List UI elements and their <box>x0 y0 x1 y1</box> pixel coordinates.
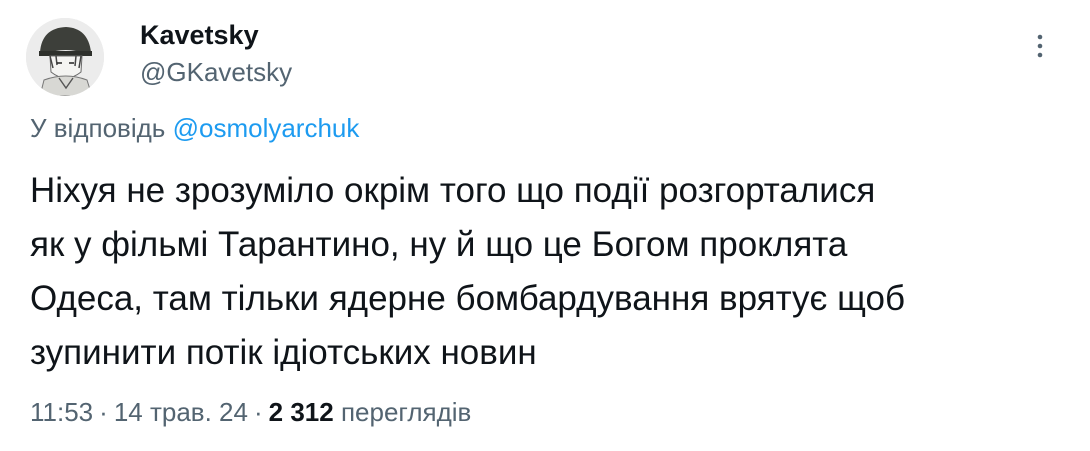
views-label: переглядів <box>340 397 472 427</box>
tweet-text-line: Ніхуя не зрозуміло окрім того що події р… <box>30 171 876 210</box>
tweet-text-line: як у фільмі Тарантино, ну й що це Богом … <box>30 225 848 264</box>
tweet-time[interactable]: 11:53 <box>30 397 93 427</box>
more-vertical-icon[interactable] <box>1028 30 1052 70</box>
author-display-name[interactable]: Kavetsky <box>140 19 259 51</box>
views-count: 2 312 <box>268 397 334 427</box>
tweet-text-line: зупинити потік ідіотських новин <box>30 333 537 372</box>
tweet-text-line: Одеса, там тільки ядерне бомбардування в… <box>30 279 906 318</box>
reply-prefix: У відповідь <box>30 113 166 143</box>
reply-to-handle-link[interactable]: @osmolyarchuk <box>173 113 360 143</box>
tweet-meta: 11:53 · 14 трав. 24 · 2 312 переглядів <box>30 396 471 428</box>
author-handle[interactable]: @GKavetsky <box>140 56 292 88</box>
avatar[interactable] <box>26 18 104 96</box>
tweet-card: Kavetsky @GKavetsky У відповідь @osmolya… <box>0 0 1090 451</box>
avatar-image <box>26 18 104 96</box>
tweet-date[interactable]: 14 трав. 24 <box>114 397 248 427</box>
reply-context: У відповідь @osmolyarchuk <box>30 112 359 144</box>
tweet-text: Ніхуя не зрозуміло окрім того що події р… <box>30 164 1050 380</box>
meta-separator: · <box>253 397 263 427</box>
meta-separator: · <box>99 397 108 427</box>
